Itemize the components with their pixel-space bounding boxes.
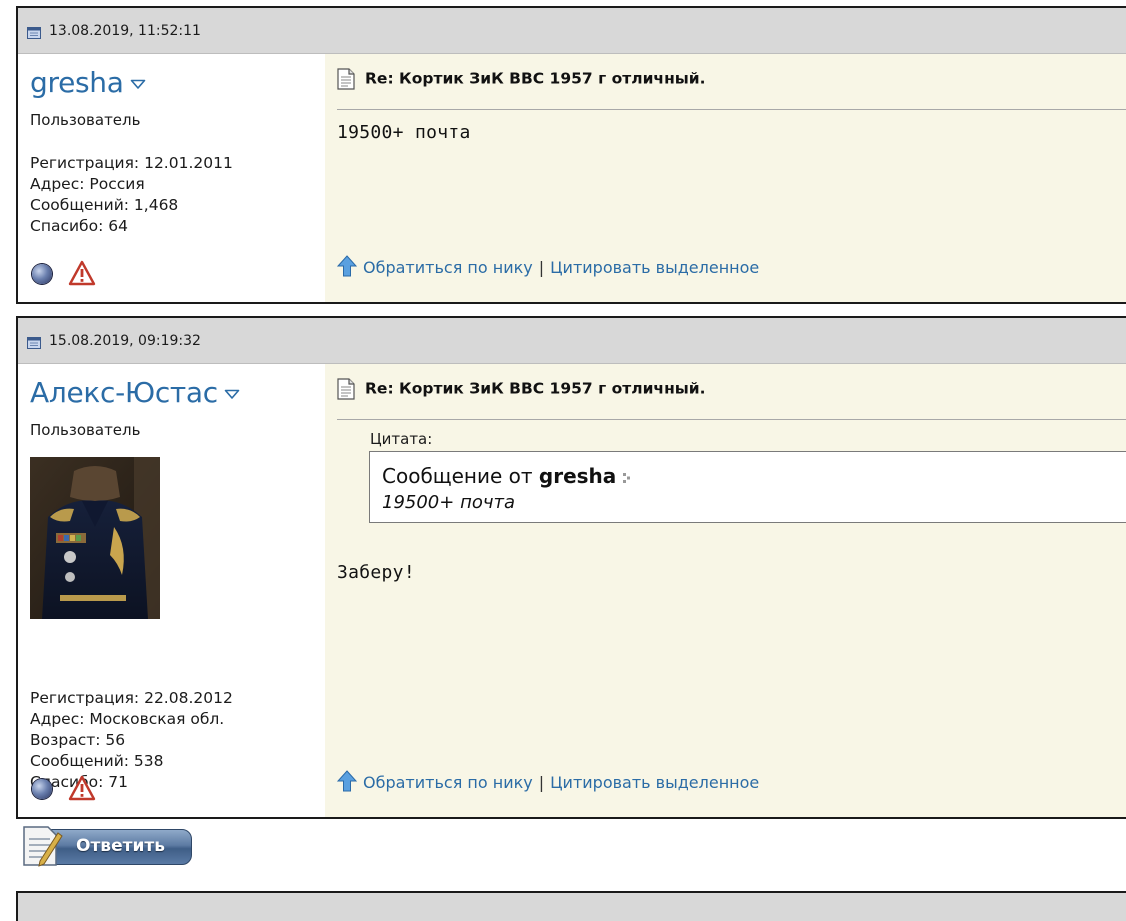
- message-column: Re: Кортик ЗиК ВВС 1957 г отличный. Цита…: [325, 364, 1126, 817]
- post-message: 19500+ почта: [337, 122, 471, 143]
- post-2: 15.08.2019, 09:19:32 Алекс-Юстас Пользов…: [16, 316, 1126, 819]
- user-stat: Адрес: Московская обл.: [30, 710, 225, 728]
- user-stat: Спасибо: 64: [30, 217, 128, 235]
- reply-document-icon[interactable]: [18, 823, 66, 869]
- post-title-text: Re: Кортик ЗиК ВВС 1957 г отличный.: [365, 379, 706, 398]
- post-document-icon: [337, 68, 355, 90]
- report-warning-icon[interactable]: [68, 775, 96, 801]
- username-link[interactable]: gresha: [30, 66, 146, 99]
- user-stat: Адрес: Россия: [30, 175, 145, 193]
- post-document-icon: [337, 378, 355, 400]
- user-status-icons: [30, 775, 110, 803]
- quote-source: Сообщение от gresha: [382, 464, 634, 488]
- up-arrow-icon[interactable]: [337, 255, 357, 277]
- post-3-partial: [16, 891, 1126, 921]
- post-message: Заберу!: [337, 562, 415, 583]
- user-info-column: gresha Пользователь Регистрация: 12.01.2…: [18, 54, 325, 302]
- actions-separator: |: [538, 773, 545, 792]
- title-divider: [337, 419, 1126, 420]
- quote-label: Цитата:: [370, 430, 433, 448]
- report-warning-icon[interactable]: [68, 260, 96, 286]
- user-menu-caret-icon[interactable]: [224, 388, 240, 400]
- post-actions: Обратиться по нику | Цитировать выделенное: [337, 255, 759, 277]
- post-date-icon: [27, 27, 41, 39]
- user-stat: Возраст: 56: [30, 731, 126, 749]
- user-stat: Регистрация: 12.01.2011: [30, 154, 233, 172]
- user-stat: Сообщений: 1,468: [30, 196, 179, 214]
- post-1: 13.08.2019, 11:52:11 gresha Пользователь…: [16, 6, 1126, 304]
- username-text[interactable]: Алекс-Юстас: [30, 376, 218, 409]
- user-stat: Сообщений: 538: [30, 752, 164, 770]
- actions-separator: |: [538, 258, 545, 277]
- user-stat: Регистрация: 22.08.2012: [30, 689, 233, 707]
- post-title: Re: Кортик ЗиК ВВС 1957 г отличный.: [337, 68, 706, 90]
- quote-source-user: gresha: [538, 464, 617, 488]
- message-column: Re: Кортик ЗиК ВВС 1957 г отличный. 1950…: [325, 54, 1126, 302]
- user-role: Пользователь: [30, 421, 141, 439]
- avatar-image[interactable]: [30, 457, 160, 619]
- quote-source-prefix: Сообщение от: [382, 464, 533, 488]
- username-link[interactable]: Алекс-Юстас: [30, 376, 240, 409]
- post-header: 15.08.2019, 09:19:32: [18, 318, 1126, 364]
- user-status-icons: [30, 260, 110, 288]
- username-text[interactable]: gresha: [30, 66, 124, 99]
- user-menu-caret-icon[interactable]: [130, 78, 146, 90]
- post-date: 15.08.2019, 09:19:32: [49, 333, 201, 349]
- post-title-text: Re: Кортик ЗиК ВВС 1957 г отличный.: [365, 69, 706, 88]
- offline-status-icon: [32, 264, 52, 284]
- user-role: Пользователь: [30, 111, 141, 129]
- address-by-nick-link[interactable]: Обратиться по нику: [363, 773, 533, 792]
- quote-selected-link[interactable]: Цитировать выделенное: [550, 773, 759, 792]
- avatar[interactable]: [30, 457, 160, 619]
- quote-box: Сообщение от gresha 19500+ почта: [369, 451, 1126, 523]
- user-info-column: Алекс-Юстас Пользователь Регистрация: 22…: [18, 364, 325, 817]
- post-header: 13.08.2019, 11:52:11: [18, 8, 1126, 54]
- reply-button-label[interactable]: Ответить: [76, 836, 165, 856]
- post-date: 13.08.2019, 11:52:11: [49, 23, 201, 39]
- offline-status-icon: [32, 779, 52, 799]
- up-arrow-icon[interactable]: [337, 770, 357, 792]
- quote-text: 19500+ почта: [382, 492, 515, 513]
- post-title: Re: Кортик ЗиК ВВС 1957 г отличный.: [337, 378, 706, 400]
- goto-post-icon[interactable]: [622, 472, 634, 484]
- address-by-nick-link[interactable]: Обратиться по нику: [363, 258, 533, 277]
- quote-selected-link[interactable]: Цитировать выделенное: [550, 258, 759, 277]
- title-divider: [337, 109, 1126, 110]
- post-date-icon: [27, 337, 41, 349]
- reply-button[interactable]: Ответить: [18, 823, 194, 869]
- post-actions: Обратиться по нику | Цитировать выделенное: [337, 770, 759, 792]
- user-stats: Регистрация: 12.01.2011 Адрес: Россия Со…: [30, 153, 233, 237]
